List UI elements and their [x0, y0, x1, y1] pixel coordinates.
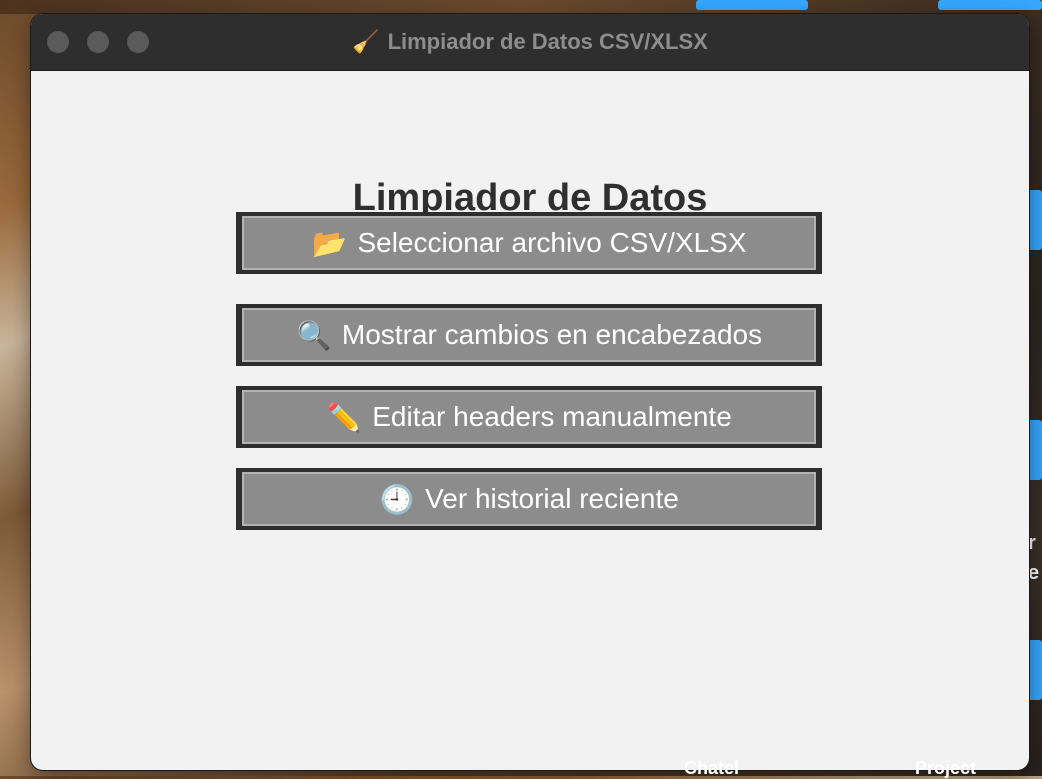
view-history-button-face[interactable]: 🕘 Ver historial reciente — [242, 472, 816, 526]
window-title-text: Limpiador de Datos CSV/XLSX — [387, 29, 708, 54]
desktop-icon-label: e — [1028, 562, 1040, 584]
app-window: 🧹 Limpiador de Datos CSV/XLSX Limpiador d… — [31, 14, 1029, 770]
view-history-button[interactable]: 🕘 Ver historial reciente — [236, 468, 822, 530]
main-content: Limpiador de Datos 📂 Seleccionar archivo… — [31, 71, 1029, 770]
show-header-changes-button-label: Mostrar cambios en encabezados — [341, 319, 763, 350]
desktop-icon[interactable] — [1028, 640, 1042, 700]
edit-headers-button[interactable]: ✏️ Editar headers manualmente — [236, 386, 822, 448]
folder-icon: 📂 — [312, 227, 347, 259]
edit-headers-button-label: Editar headers manualmente — [372, 401, 732, 432]
pencil-icon: ✏️ — [326, 401, 362, 433]
desktop-icon[interactable] — [1028, 420, 1042, 480]
window-title: 🧹 Limpiador de Datos CSV/XLSX — [31, 14, 1029, 70]
desktop-background — [0, 0, 1042, 14]
magnifier-icon: 🔍 — [296, 319, 332, 351]
select-file-button[interactable]: 📂 Seleccionar archivo CSV/XLSX — [236, 212, 822, 274]
desktop-icon-label: r — [1028, 532, 1036, 554]
select-file-button-label: Seleccionar archivo CSV/XLSX — [357, 227, 747, 258]
show-header-changes-button-face[interactable]: 🔍 Mostrar cambios en encabezados — [242, 308, 816, 362]
broom-icon: 🧹 — [352, 29, 380, 54]
select-file-button-face[interactable]: 📂 Seleccionar archivo CSV/XLSX — [242, 216, 816, 270]
title-bar[interactable]: 🧹 Limpiador de Datos CSV/XLSX — [31, 14, 1029, 71]
view-history-button-label: Ver historial reciente — [425, 483, 679, 514]
edit-headers-button-face[interactable]: ✏️ Editar headers manualmente — [242, 390, 816, 444]
clock-icon: 🕘 — [379, 483, 415, 515]
show-header-changes-button[interactable]: 🔍 Mostrar cambios en encabezados — [236, 304, 822, 366]
desktop-icon[interactable] — [938, 0, 1042, 10]
desktop-icon[interactable] — [696, 0, 808, 10]
desktop-icon[interactable] — [1028, 190, 1042, 250]
